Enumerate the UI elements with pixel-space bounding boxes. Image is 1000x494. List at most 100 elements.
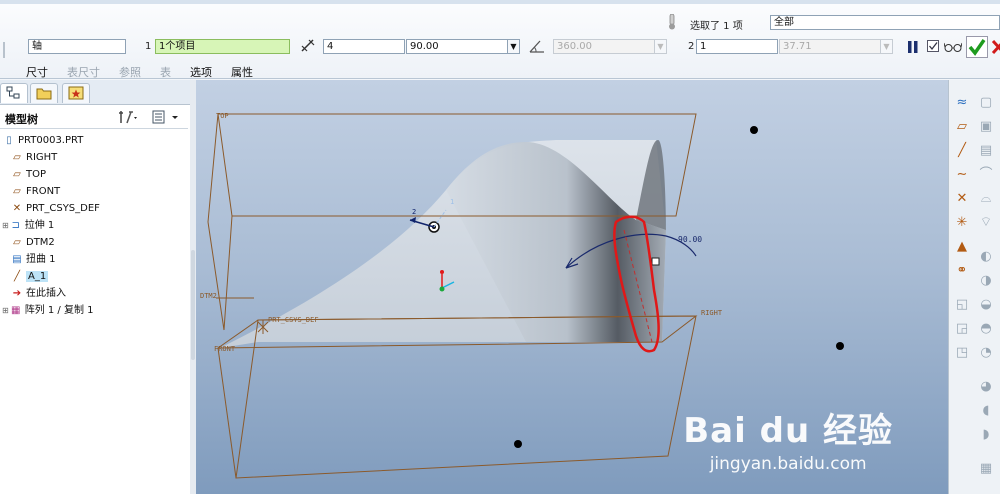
datum-plane-icon: ▱ bbox=[13, 186, 21, 197]
graphics-viewport[interactable]: TOP DTM2 FRONT RIGHT PRT_CSYS_DEF 90.00 … bbox=[196, 80, 948, 494]
insert-arrow-icon: ➔ bbox=[12, 288, 22, 299]
reference-index: 1 bbox=[145, 41, 152, 52]
sketch-display-icon[interactable]: ≈ bbox=[953, 94, 971, 112]
extend-tool-icon[interactable]: ◓ bbox=[977, 320, 995, 338]
model-tree-header: 模型树 bbox=[0, 106, 188, 129]
ref2-index: 2 bbox=[688, 41, 695, 52]
csys-tool-icon[interactable]: ✳ bbox=[953, 214, 971, 232]
tab-model-tree-icon[interactable] bbox=[0, 83, 28, 103]
datum-plane-icon: ▱ bbox=[13, 237, 21, 248]
warp-icon: ▤ bbox=[12, 254, 22, 265]
warp-tool-icon[interactable]: ◗ bbox=[977, 426, 995, 444]
black-dot bbox=[750, 126, 758, 134]
tree-item-right[interactable]: ▱ RIGHT bbox=[10, 150, 57, 166]
tab-folder-browser-icon[interactable] bbox=[30, 83, 58, 103]
blend-tool-icon[interactable]: ⌓ bbox=[977, 190, 995, 208]
close-icon[interactable] bbox=[991, 37, 1000, 57]
watermark-url: jingyan.baidu.com bbox=[709, 454, 867, 474]
mirror-tool-icon[interactable]: ◐ bbox=[977, 248, 995, 266]
angle-dropdown-chevron-icon[interactable]: ▼ bbox=[508, 39, 520, 54]
thicken-tool-icon[interactable]: ◕ bbox=[977, 378, 995, 396]
offset-value-input[interactable]: 4 bbox=[323, 39, 405, 54]
ref2-dimension-input[interactable]: 37.71 bbox=[779, 39, 881, 54]
tab-table-dimensions[interactable]: 表尺寸 bbox=[67, 64, 100, 80]
tree-item-warp[interactable]: ▤ 扭曲 1 bbox=[10, 252, 55, 268]
tab-dimensions[interactable]: 尺寸 bbox=[26, 64, 48, 80]
settings-tools-icon[interactable] bbox=[118, 109, 140, 128]
check-icon[interactable] bbox=[966, 36, 988, 58]
reference-collector[interactable]: 1个项目 bbox=[155, 39, 290, 54]
label-csys: PRT_CSYS_DEF bbox=[268, 316, 319, 324]
pattern-tool-icon[interactable]: ⌔ bbox=[977, 214, 995, 232]
checkbox-icon[interactable] bbox=[927, 40, 939, 52]
analysis-tool-icon[interactable]: ▲ bbox=[953, 238, 971, 256]
right-toolbar: ≈ ▱ ╱ ∼ ✕ ✳ ▲ ⚭ ◱ ◲ ◳ ▢ ▣ ▤ ⌒ ⌓ ⌔ ◐ ◑ ◒ … bbox=[948, 80, 1000, 494]
model-tree-title: 模型树 bbox=[5, 113, 38, 126]
draft-tool-icon[interactable]: ▤ bbox=[977, 142, 995, 160]
navigator-panel: 模型树 ▯ PRT0003.PRT ▱ RIGHT ▱ TOP ▱ FRONT ✕ PRT… bbox=[0, 80, 191, 494]
tree-item-extrude[interactable]: ⊞ ⊐ 拉伸 1 bbox=[2, 218, 54, 234]
pattern-icon: ▦ bbox=[10, 305, 21, 316]
rib-tool-icon[interactable]: ◳ bbox=[953, 344, 971, 362]
tree-item-pattern[interactable]: ⊞ ▦ 阵列 1 / 复制 1 bbox=[2, 303, 94, 319]
tree-item-part[interactable]: ▯ PRT0003.PRT bbox=[2, 133, 83, 149]
datum-plane-tool-icon[interactable]: ▱ bbox=[953, 118, 971, 136]
axis-icon: ╱ bbox=[13, 271, 21, 282]
tree-item-axis[interactable]: ╱ A_1 bbox=[10, 269, 49, 285]
round-tool-icon[interactable]: ▢ bbox=[977, 94, 995, 112]
tree-item-insert-here[interactable]: ➔ 在此插入 bbox=[10, 286, 66, 302]
dashboard-start-icon bbox=[3, 42, 5, 58]
baidu-watermark: Bai du 经验 jingyan.baidu.com bbox=[683, 403, 893, 474]
label-axis-2: 2 bbox=[412, 208, 416, 216]
pause-icon[interactable] bbox=[907, 41, 919, 53]
hole-tool-icon[interactable]: ◱ bbox=[953, 296, 971, 314]
angle-value-input[interactable]: 90.00 bbox=[406, 39, 508, 54]
preview-glasses-icon[interactable] bbox=[943, 41, 963, 53]
label-dtm2: DTM2 bbox=[200, 292, 217, 300]
datum-plane-icon: ▱ bbox=[13, 152, 21, 163]
tab-properties[interactable]: 属性 bbox=[231, 64, 253, 80]
label-right: RIGHT bbox=[701, 309, 723, 317]
selection-status: 选取了 1 项 bbox=[690, 21, 743, 32]
second-angle-input[interactable]: 360.00 bbox=[553, 39, 655, 54]
tab-references[interactable]: 参照 bbox=[119, 64, 141, 80]
angle-icon[interactable] bbox=[528, 38, 546, 54]
show-options-icon[interactable] bbox=[151, 109, 181, 128]
expand-plus-icon[interactable]: ⊞ bbox=[2, 306, 9, 315]
shell-tool-icon[interactable]: ◲ bbox=[953, 320, 971, 338]
offset-icon[interactable] bbox=[300, 38, 316, 54]
merge-tool-icon[interactable]: ◑ bbox=[977, 272, 995, 290]
tab-table[interactable]: 表 bbox=[160, 64, 171, 80]
trim-tool-icon[interactable]: ◒ bbox=[977, 296, 995, 314]
tree-item-dtm2[interactable]: ▱ DTM2 bbox=[10, 235, 55, 251]
datum-curve-tool-icon[interactable]: ∼ bbox=[953, 166, 971, 184]
offset-tool-icon[interactable]: ◔ bbox=[977, 344, 995, 362]
tab-options[interactable]: 选项 bbox=[190, 64, 212, 80]
tree-item-top[interactable]: ▱ TOP bbox=[10, 167, 46, 183]
ref2-dropdown-chevron-icon[interactable]: ▼ bbox=[881, 39, 893, 54]
slideup-tabs: 尺寸 表尺寸 参照 表 选项 属性 bbox=[26, 64, 272, 80]
second-angle-dropdown-chevron-icon[interactable]: ▼ bbox=[655, 39, 667, 54]
tree-item-csys[interactable]: ✕ PRT_CSYS_DEF bbox=[10, 201, 100, 217]
label-axis-1: 1 bbox=[450, 198, 454, 206]
tree-item-front[interactable]: ▱ FRONT bbox=[10, 184, 60, 200]
chain-tool-icon[interactable]: ⚭ bbox=[953, 262, 971, 280]
expand-plus-icon[interactable]: ⊞ bbox=[2, 221, 9, 230]
reference-type-select[interactable]: 轴 bbox=[28, 39, 126, 54]
datum-point-tool-icon[interactable]: ✕ bbox=[953, 190, 971, 208]
ref2-input[interactable]: 1 bbox=[696, 39, 778, 54]
drag-handle[interactable] bbox=[651, 257, 660, 266]
part-icon: ▯ bbox=[6, 135, 12, 146]
watermark-logo-text: Bai du 经验 bbox=[683, 411, 893, 451]
solidify-tool-icon[interactable]: ◖ bbox=[977, 402, 995, 420]
label-angle: 90.00 bbox=[678, 235, 702, 244]
more-tools-icon[interactable]: ▦ bbox=[977, 460, 995, 478]
sweep-tool-icon[interactable]: ⌒ bbox=[977, 166, 995, 184]
feature-dashboard: 选取了 1 项 全部 轴 1 1个项目 4 90.00 ▼ 360.00 ▼ 2… bbox=[0, 4, 1000, 79]
chamfer-tool-icon[interactable]: ▣ bbox=[977, 118, 995, 136]
selection-filter[interactable]: 全部 bbox=[770, 15, 1000, 30]
tab-favorites-icon[interactable] bbox=[62, 83, 90, 103]
navigator-tabs bbox=[0, 80, 190, 105]
datum-axis-tool-icon[interactable]: ╱ bbox=[953, 142, 971, 160]
black-dot bbox=[514, 440, 522, 448]
